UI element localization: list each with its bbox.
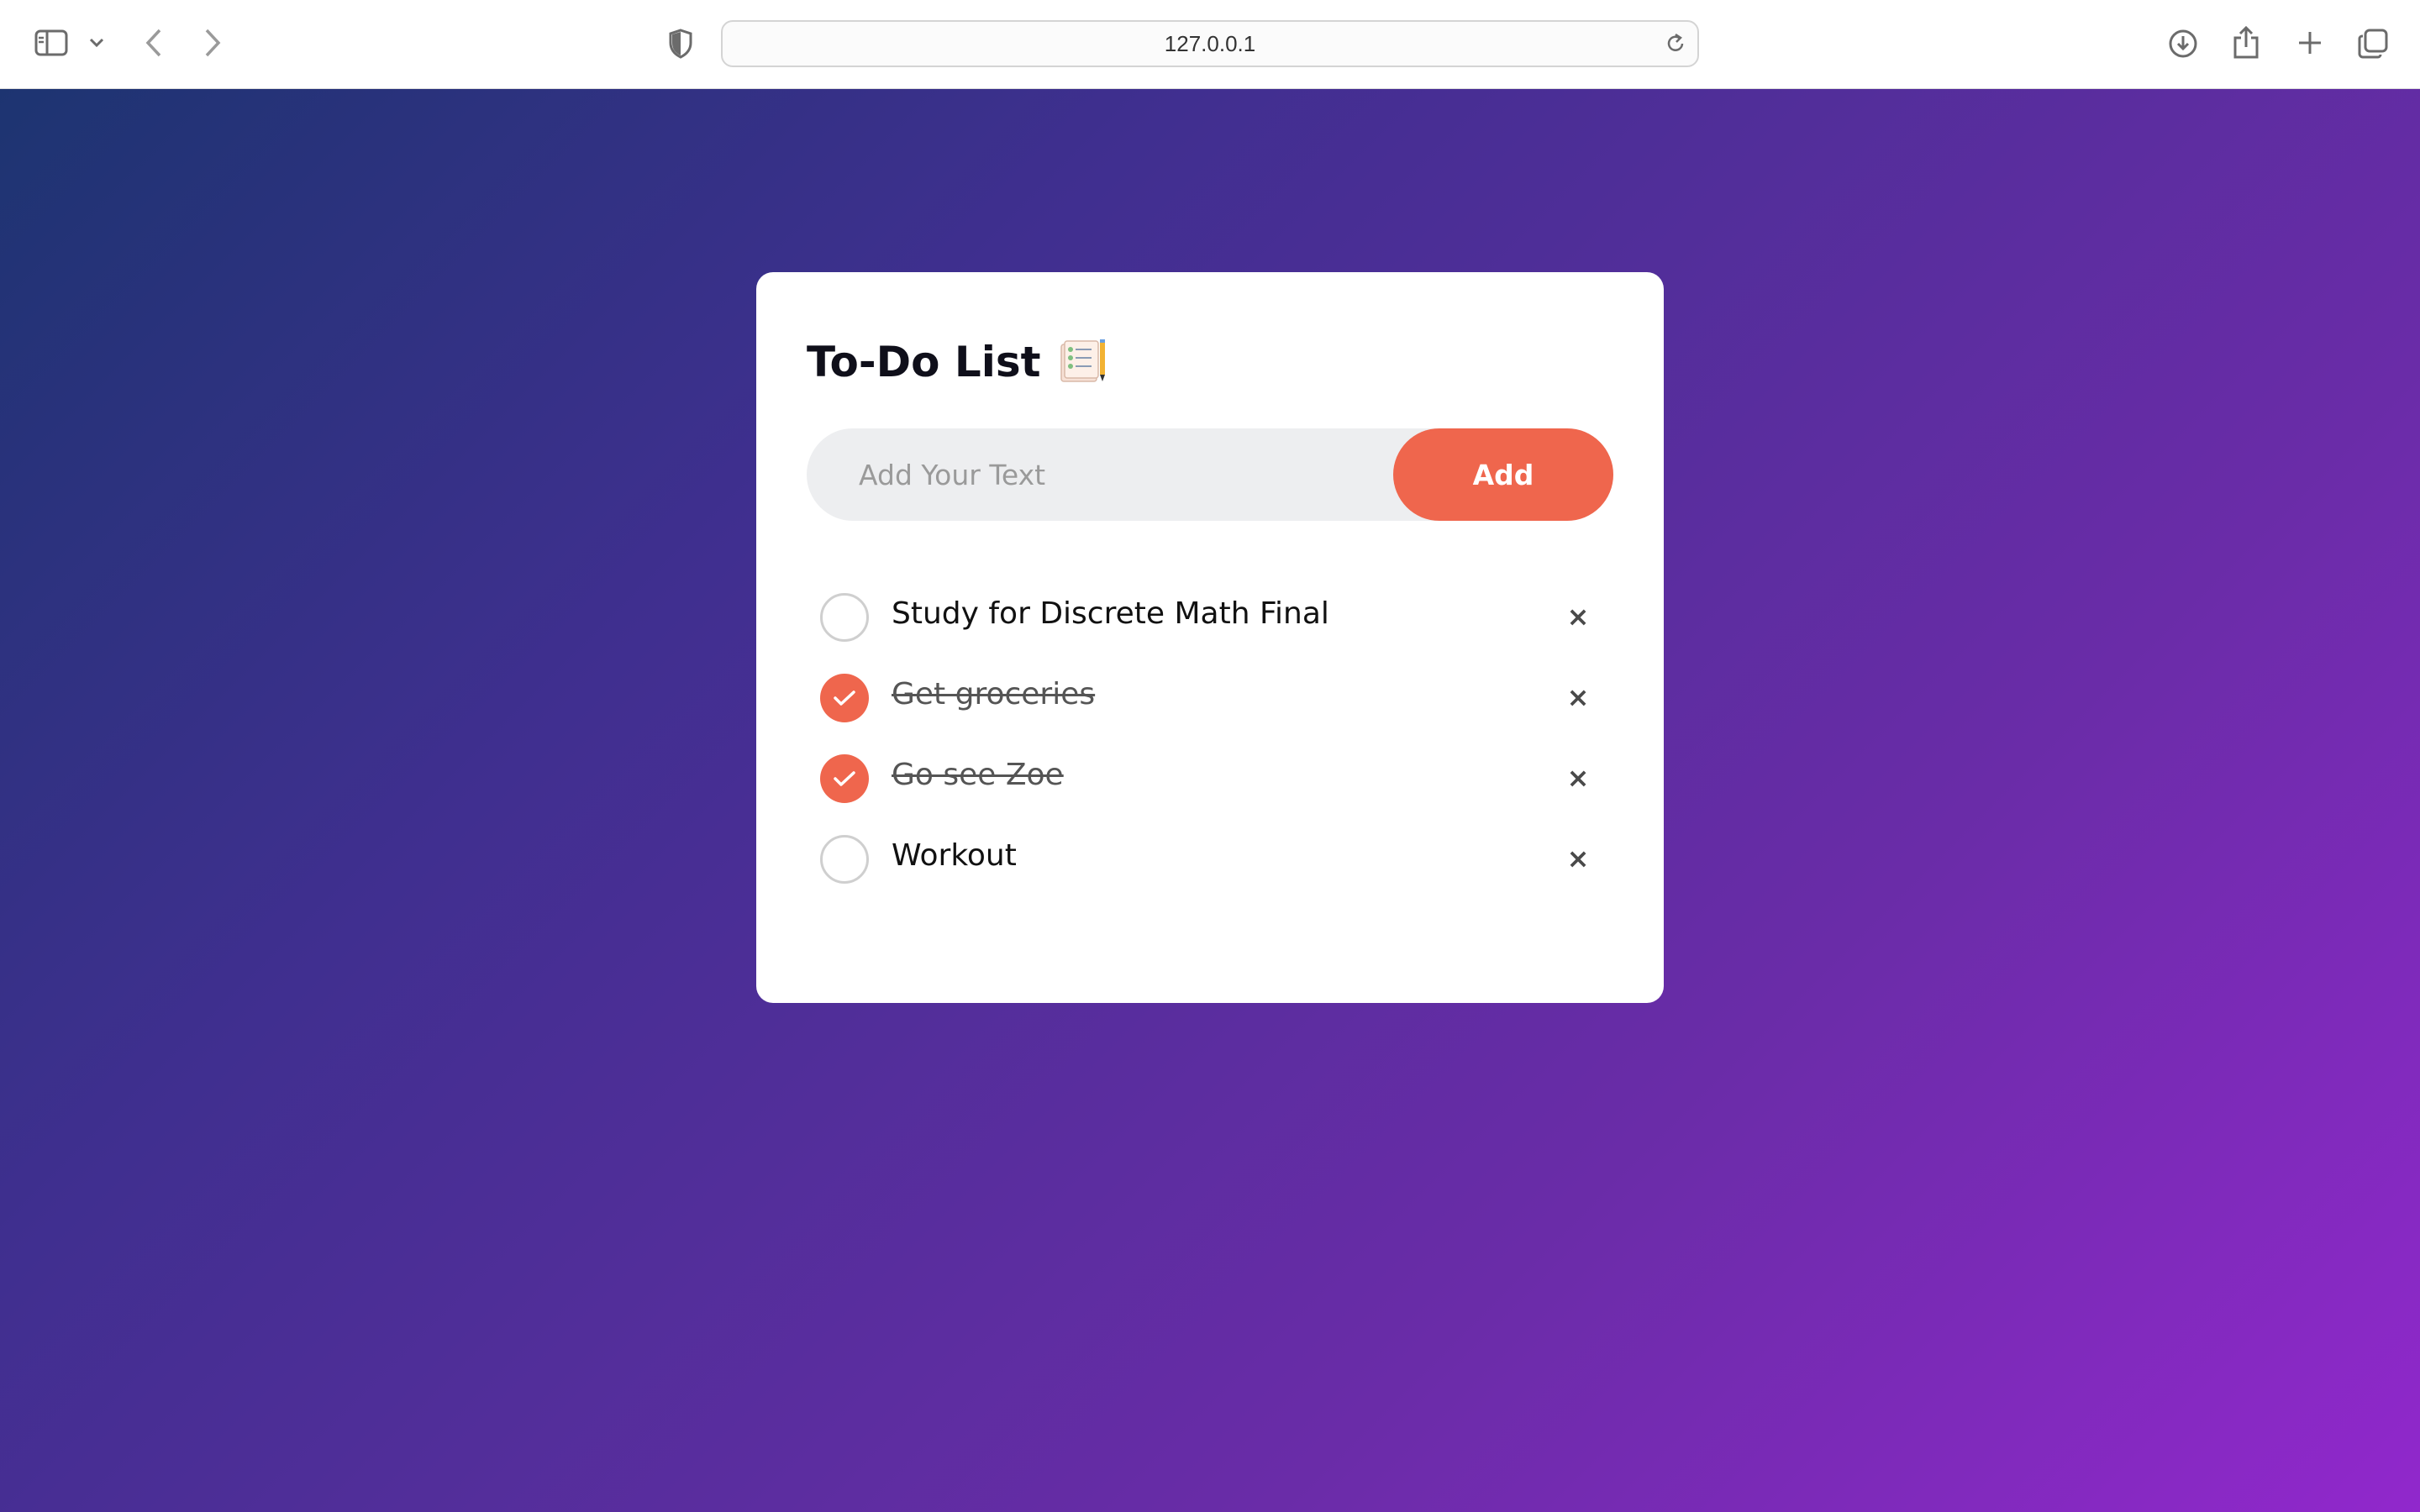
todo-card: To-Do List Add Study [756, 272, 1664, 1003]
delete-task-button[interactable]: × [1560, 759, 1597, 796]
delete-task-button[interactable]: × [1560, 840, 1597, 877]
sidebar-icon[interactable] [34, 29, 69, 57]
task-text: Workout [892, 838, 1017, 873]
share-icon[interactable] [2230, 24, 2262, 60]
delete-task-button[interactable]: × [1560, 598, 1597, 635]
address-text: 127.0.0.1 [1164, 30, 1256, 56]
back-icon[interactable] [141, 27, 166, 59]
todo-item[interactable]: Get groceries × [807, 657, 1613, 738]
title-row: To-Do List [807, 338, 1108, 386]
task-checkbox-checked[interactable] [820, 674, 869, 722]
checkmark-icon [834, 690, 855, 706]
address-bar[interactable]: 127.0.0.1 [721, 20, 1699, 67]
delete-task-button[interactable]: × [1560, 679, 1597, 716]
download-icon[interactable] [2166, 27, 2200, 60]
page-title: To-Do List [807, 338, 1041, 386]
todo-item[interactable]: Go see Zoe × [807, 738, 1613, 818]
task-text: Go see Zoe [892, 758, 1064, 792]
todo-list: Study for Discrete Math Final × Get groc… [807, 576, 1613, 899]
new-tab-icon[interactable] [2294, 27, 2326, 59]
browser-toolbar: 127.0.0.1 [0, 0, 2420, 89]
shield-icon[interactable] [666, 27, 696, 60]
todo-item[interactable]: Workout × [807, 818, 1613, 899]
reload-icon[interactable] [1664, 32, 1687, 59]
task-checkbox[interactable] [820, 835, 869, 884]
tabs-overview-icon[interactable] [2356, 27, 2390, 60]
forward-icon[interactable] [200, 27, 225, 59]
task-text: Study for Discrete Math Final [892, 596, 1329, 631]
chevron-down-icon[interactable] [87, 34, 106, 52]
page-background: To-Do List Add Study [0, 89, 2420, 1512]
task-checkbox-checked[interactable] [820, 754, 869, 803]
todo-item[interactable]: Study for Discrete Math Final × [807, 576, 1613, 657]
add-button[interactable]: Add [1393, 428, 1613, 521]
add-task-row: Add [807, 428, 1613, 521]
task-text: Get groceries [892, 677, 1096, 711]
task-checkbox[interactable] [820, 593, 869, 642]
task-input[interactable] [807, 428, 1412, 521]
notepad-checklist-icon [1060, 338, 1108, 386]
checkmark-icon [834, 771, 855, 786]
